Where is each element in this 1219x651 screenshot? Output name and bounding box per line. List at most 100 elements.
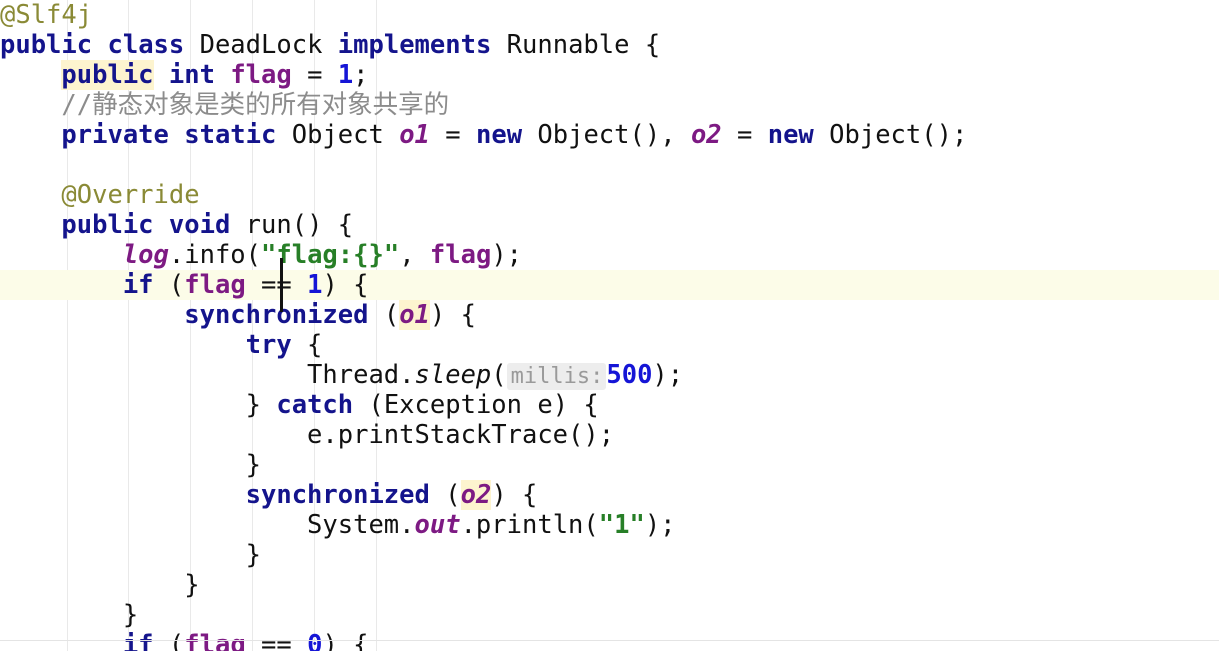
code-token-plain: Thread. [307, 360, 415, 390]
code-line[interactable]: public class DeadLock implements Runnabl… [0, 30, 1219, 60]
code-line[interactable]: @Override [0, 180, 1219, 210]
code-token-plain: Object [276, 120, 400, 150]
code-line[interactable]: //静态对象是类的所有对象共享的 [0, 90, 1219, 120]
code-token-plain: ; [353, 60, 369, 90]
code-token-plain: } [245, 390, 277, 420]
code-token-kw: public [61, 60, 154, 90]
code-editor[interactable]: @Slf4j public class DeadLock implements R… [0, 0, 1219, 651]
code-token-plain: DeadLock [184, 30, 338, 60]
code-token-kw: int [168, 60, 215, 90]
code-token-plain: run() { [230, 210, 354, 240]
code-token-statfield: out [414, 510, 461, 540]
code-token-num: 500 [606, 360, 653, 390]
code-token-kw: try [245, 330, 292, 360]
code-token-field: flag [230, 60, 292, 90]
code-token-plain: ( [153, 270, 185, 300]
code-token-statfield: log [122, 240, 169, 270]
code-line[interactable]: if (flag == 1) { [0, 270, 1219, 300]
code-token-plain: ( [368, 300, 400, 330]
code-token-plain: == [245, 270, 308, 300]
code-token-kw: synchronized [245, 480, 430, 510]
code-token-plain: , [399, 240, 430, 270]
code-token-kw: catch [276, 390, 354, 420]
code-token-plain: ( [491, 360, 507, 390]
code-token-plain: ); [644, 510, 676, 540]
code-line[interactable]: } [0, 540, 1219, 570]
code-token-kw: new [475, 120, 523, 150]
code-token-statfield: o1 [399, 120, 430, 150]
code-token-plain: .info( [168, 240, 262, 270]
code-token-cmt: //静态对象是类的所有对象共享的 [61, 90, 450, 120]
code-line[interactable]: } [0, 450, 1219, 480]
code-token-num: 1 [337, 60, 354, 90]
code-token-kw: new [767, 120, 814, 150]
code-token-plain: ( [429, 480, 461, 510]
code-token-plain: { [291, 330, 323, 360]
code-token-kw: void [168, 210, 231, 240]
code-token-plain: ); [491, 240, 523, 270]
code-line[interactable]: synchronized (o2) { [0, 480, 1219, 510]
code-line[interactable]: synchronized (o1) { [0, 300, 1219, 330]
code-token-kw: public [61, 210, 154, 240]
code-line[interactable]: public void run() { [0, 210, 1219, 240]
code-token-plain: Object(), [522, 120, 691, 150]
text-caret [280, 258, 283, 312]
code-line[interactable]: private static Object o1 = new Object(),… [0, 120, 1219, 150]
code-token-plain: } [245, 450, 261, 480]
code-token-plain: } [245, 540, 261, 570]
code-token-plain: (Exception e) { [353, 390, 599, 420]
code-line[interactable]: try { [0, 330, 1219, 360]
code-token-field: flag [184, 270, 246, 300]
code-token-num: 1 [307, 270, 323, 300]
code-token-statfield: o2 [690, 120, 722, 150]
code-line[interactable]: Thread.sleep(millis: 500); [0, 360, 1219, 390]
code-token-plain: Runnable { [491, 30, 661, 60]
code-line[interactable]: } [0, 570, 1219, 600]
code-line[interactable]: } [0, 600, 1219, 630]
code-token-plain: ); [652, 360, 684, 390]
code-line[interactable]: System.out.println("1"); [0, 510, 1219, 540]
code-token-plain: = [721, 120, 768, 150]
code-token-plain: System. [307, 510, 415, 540]
code-content[interactable]: @Slf4j public class DeadLock implements R… [0, 0, 1219, 651]
code-token-plain: Object(); [813, 120, 968, 150]
code-token-kw: if [122, 270, 154, 300]
code-token-statfield: o2 [460, 480, 492, 510]
code-token-anno: @Override [61, 180, 200, 210]
code-line[interactable]: @Slf4j [0, 0, 1219, 30]
code-token-anno: @Slf4j [0, 0, 93, 30]
code-token-plain: } [184, 570, 200, 600]
code-line[interactable]: public int flag = 1; [0, 60, 1219, 90]
code-token-plain: = [291, 60, 338, 90]
code-line[interactable] [0, 150, 1219, 180]
code-line[interactable]: e.printStackTrace(); [0, 420, 1219, 450]
code-line[interactable]: } catch (Exception e) { [0, 390, 1219, 420]
editor-bottom-separator [0, 640, 1219, 641]
code-token-plain: = [429, 120, 476, 150]
code-token-plain: ) { [322, 270, 369, 300]
code-token-kw: private [61, 120, 169, 150]
code-token-kw: class [107, 30, 185, 60]
code-token-plain: e.printStackTrace(); [307, 420, 615, 450]
code-token-kw: synchronized [184, 300, 369, 330]
code-line[interactable]: log.info("flag:{}", flag); [0, 240, 1219, 270]
